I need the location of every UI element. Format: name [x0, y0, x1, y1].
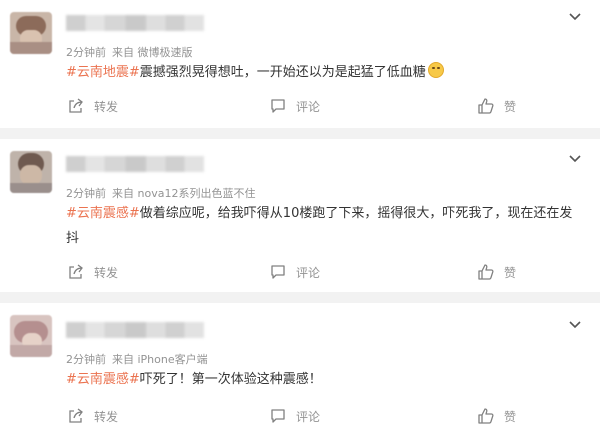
share-icon — [69, 264, 83, 279]
share-icon — [69, 98, 83, 113]
post-content: #云南震感#吓死了！第一次体验这种震感！ — [66, 367, 576, 392]
action-bar: 转发 评论 赞 — [0, 404, 600, 428]
like-label: 赞 — [504, 409, 517, 424]
username[interactable] — [66, 322, 204, 338]
comment-icon — [271, 99, 285, 113]
chevron-down-icon[interactable] — [568, 12, 582, 22]
divider — [0, 128, 600, 139]
share-label: 转发 — [94, 409, 119, 424]
comment-button[interactable]: 评论 — [270, 404, 320, 428]
comment-button[interactable]: 评论 — [270, 94, 320, 118]
action-bar: 转发 评论 赞 — [0, 260, 600, 284]
comment-button[interactable]: 评论 — [270, 260, 320, 284]
username[interactable] — [66, 15, 204, 31]
like-button[interactable]: 赞 — [478, 404, 516, 428]
source-label: 来自 nova12系列出色蓝不住 — [112, 187, 256, 200]
smiling-face-icon — [427, 62, 444, 78]
action-bar: 转发 评论 赞 — [0, 94, 600, 118]
comment-card: 2分钟前 来自 微博极速版 #云南地震#震撼强烈晃得想吐，一开始还以为是起猛了低血… — [0, 0, 600, 128]
topic-link[interactable]: #云南地震# — [66, 65, 140, 80]
comment-card: 2分钟前 来自 iPhone客户端 #云南震感#吓死了！第一次体验这种震感！ 转发… — [0, 303, 600, 437]
share-label: 转发 — [94, 99, 119, 114]
post-text: 做着综应呢，给我吓得从10楼跑了下来，摇得很大，吓死我了，现在还在发 — [139, 206, 573, 221]
avatar[interactable] — [10, 151, 52, 193]
thumbs-up-icon — [478, 264, 494, 280]
comment-label: 评论 — [296, 99, 321, 114]
thumbs-up-icon — [478, 98, 494, 114]
post-content: #云南震感#做着综应呢，给我吓得从10楼跑了下来，摇得很大，吓死我了，现在还在发… — [66, 201, 576, 251]
comment-label: 评论 — [296, 409, 321, 424]
comment-feed: 2分钟前 来自 微博极速版 #云南地震#震撼强烈晃得想吐，一开始还以为是起猛了低血… — [0, 0, 600, 437]
timestamp: 2分钟前 — [66, 353, 106, 366]
chevron-down-icon[interactable] — [568, 154, 582, 164]
share-button[interactable]: 转发 — [68, 260, 118, 284]
share-button[interactable]: 转发 — [68, 404, 118, 428]
chevron-down-icon[interactable] — [568, 320, 582, 330]
avatar[interactable] — [10, 12, 52, 54]
like-button[interactable]: 赞 — [478, 260, 516, 284]
like-label: 赞 — [504, 265, 517, 280]
share-label: 转发 — [94, 265, 119, 280]
like-button[interactable]: 赞 — [478, 94, 516, 118]
share-button[interactable]: 转发 — [68, 94, 118, 118]
post-meta: 2分钟前 来自 iPhone客户端 — [66, 351, 214, 367]
share-icon — [69, 408, 83, 423]
comment-icon — [271, 265, 285, 279]
post-content: #云南地震#震撼强烈晃得想吐，一开始还以为是起猛了低血糖 — [66, 60, 576, 85]
post-text: 震撼强烈晃得想吐，一开始还以为是起猛了低血糖 — [139, 65, 426, 80]
source-label: 来自 iPhone客户端 — [112, 353, 208, 366]
timestamp: 2分钟前 — [66, 46, 106, 59]
topic-link[interactable]: #云南震感# — [66, 372, 140, 387]
post-text-continued: 抖 — [66, 231, 80, 246]
post-meta: 2分钟前 来自 微博极速版 — [66, 44, 199, 60]
comment-card: 2分钟前 来自 nova12系列出色蓝不住 #云南震感#做着综应呢，给我吓得从10… — [0, 139, 600, 292]
post-meta: 2分钟前 来自 nova12系列出色蓝不住 — [66, 185, 261, 201]
thumbs-up-icon — [478, 408, 494, 424]
topic-link[interactable]: #云南震感# — [66, 206, 140, 221]
source-label: 来自 微博极速版 — [112, 46, 193, 59]
comment-label: 评论 — [296, 265, 321, 280]
username[interactable] — [66, 156, 204, 172]
avatar[interactable] — [10, 315, 52, 357]
post-text: 吓死了！第一次体验这种震感！ — [139, 372, 322, 387]
divider — [0, 292, 600, 303]
timestamp: 2分钟前 — [66, 187, 106, 200]
comment-icon — [271, 409, 285, 423]
like-label: 赞 — [504, 99, 517, 114]
